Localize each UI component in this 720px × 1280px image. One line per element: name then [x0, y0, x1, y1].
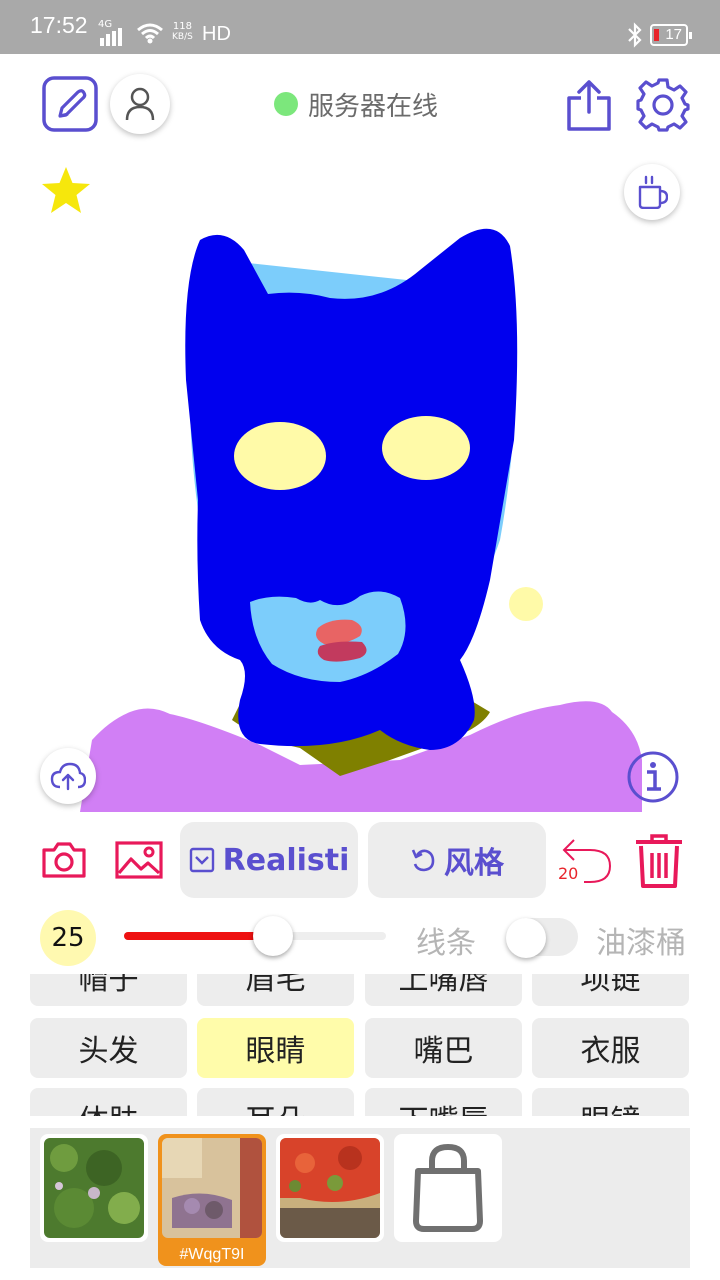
- brush-row: 25 线条 油漆桶: [0, 906, 720, 970]
- slider-fill: [124, 932, 274, 940]
- edit-button[interactable]: [42, 76, 98, 132]
- style-thumbnail[interactable]: [40, 1134, 148, 1242]
- profile-button[interactable]: [110, 74, 170, 134]
- battery-level: 17: [665, 26, 682, 43]
- battery-indicator: 17: [650, 24, 692, 46]
- brush-size-badge: 25: [40, 910, 96, 966]
- style-button[interactable]: 风格: [368, 822, 546, 898]
- style-thumbnail[interactable]: [276, 1134, 384, 1242]
- trash-icon: [636, 834, 682, 888]
- user-icon: [125, 87, 155, 121]
- part-button[interactable]: 眉毛: [197, 974, 354, 1006]
- style-thumbnail-selected[interactable]: #WqgT9I: [158, 1134, 266, 1266]
- clock: 17:52: [30, 12, 88, 38]
- part-button[interactable]: 下嘴唇: [365, 1088, 522, 1116]
- style-button-label: 风格: [444, 846, 504, 881]
- part-button[interactable]: 衣服: [532, 1018, 689, 1078]
- share-icon: [567, 80, 611, 131]
- check-box-icon: [189, 847, 214, 873]
- brush-size-slider[interactable]: [124, 916, 386, 956]
- shopping-bag-icon: [413, 1143, 483, 1232]
- coffee-button[interactable]: [624, 164, 680, 220]
- info-icon: [627, 751, 679, 803]
- camera-icon: [42, 842, 86, 878]
- info-button[interactable]: [626, 750, 680, 804]
- bluetooth-icon: [628, 22, 642, 48]
- part-button-selected[interactable]: 眼睛: [197, 1018, 354, 1078]
- style-code: #WqgT9I: [179, 1246, 245, 1263]
- mode-line-label: 线条: [416, 926, 476, 961]
- share-button[interactable]: [564, 78, 614, 132]
- style-thumbnail-image: [162, 1138, 262, 1238]
- gear-icon: [636, 78, 690, 132]
- favorite-button[interactable]: [40, 164, 92, 216]
- server-status: 服务器在线: [274, 86, 438, 122]
- edit-icon: [42, 76, 98, 132]
- signal-icon: [100, 28, 122, 46]
- slider-thumb[interactable]: [253, 916, 294, 956]
- part-button[interactable]: 上嘴唇: [365, 974, 522, 1006]
- sketch-drawing: [80, 228, 642, 812]
- style-thumbnail-image: [44, 1138, 144, 1238]
- toggle-knob: [506, 918, 546, 958]
- bucket-toggle[interactable]: [506, 918, 578, 958]
- server-status-label: 服务器在线: [308, 91, 439, 122]
- part-button[interactable]: 嘴巴: [365, 1018, 522, 1078]
- part-button[interactable]: 帽子: [30, 974, 187, 1006]
- battery-fill: [654, 29, 659, 41]
- hd-indicator: HD: [202, 23, 231, 45]
- delete-button[interactable]: [632, 832, 686, 890]
- drawing-canvas[interactable]: [0, 150, 720, 814]
- camera-button[interactable]: [40, 840, 88, 880]
- wifi-icon: [137, 23, 163, 44]
- upload-button[interactable]: [40, 748, 96, 804]
- refresh-icon: [411, 849, 435, 872]
- coffee-cup-icon: [638, 175, 668, 209]
- status-dot: [274, 92, 298, 116]
- style-thumbnail-image: [280, 1138, 380, 1238]
- net-speed: 118 KB/S: [172, 21, 193, 43]
- battery-tip: [689, 32, 692, 39]
- cloud-upload-icon: [50, 762, 86, 791]
- part-button[interactable]: 耳朵: [197, 1088, 354, 1116]
- undo-count: 20: [558, 864, 579, 883]
- shop-button[interactable]: [394, 1134, 502, 1242]
- style-select-label: Realisti: [222, 842, 350, 878]
- image-icon: [115, 841, 163, 879]
- style-select-button[interactable]: Realisti: [180, 822, 358, 898]
- parts-grid: 帽子 眉毛 上嘴唇 项链 头发 眼睛 嘴巴 衣服 体肤 耳朵 下嘴唇 眼镜: [30, 974, 690, 1116]
- net-speed-value: 118: [172, 21, 192, 32]
- settings-button[interactable]: [634, 76, 692, 134]
- star-icon: [42, 167, 90, 213]
- part-button[interactable]: 眼镜: [532, 1088, 689, 1116]
- style-tray: #WqgT9I: [30, 1128, 690, 1268]
- tools-row: Realisti 风格 20: [0, 822, 720, 902]
- status-bar: 17:52 4G 118 KB/S HD 17: [0, 0, 720, 54]
- mode-bucket-label: 油漆桶: [596, 926, 686, 961]
- part-button[interactable]: 头发: [30, 1018, 187, 1078]
- gallery-button[interactable]: [114, 840, 164, 880]
- part-button[interactable]: 体肤: [30, 1088, 187, 1116]
- net-speed-unit: KB/S: [172, 32, 193, 42]
- part-button[interactable]: 项链: [532, 974, 689, 1006]
